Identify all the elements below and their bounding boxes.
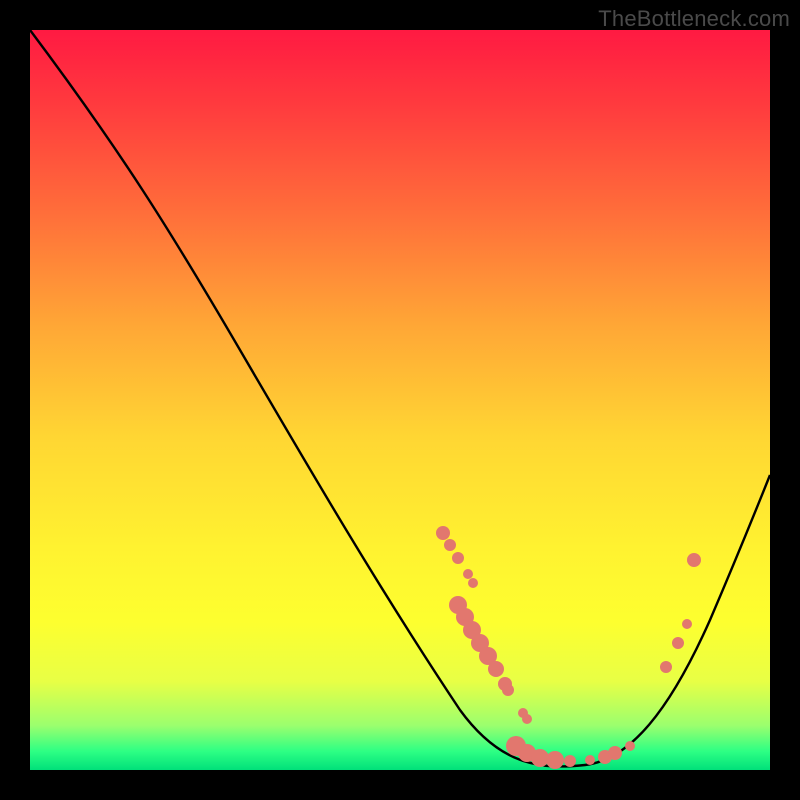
data-marker (564, 755, 576, 767)
data-marker (463, 569, 473, 579)
data-marker (468, 578, 478, 588)
data-marker (660, 661, 672, 673)
data-marker (522, 714, 532, 724)
markers-group (436, 526, 701, 769)
data-marker (585, 755, 595, 765)
data-marker (546, 751, 564, 769)
data-marker (672, 637, 684, 649)
data-marker (687, 553, 701, 567)
data-marker (436, 526, 450, 540)
curve-path (30, 30, 770, 766)
data-marker (625, 741, 635, 751)
data-marker (682, 619, 692, 629)
data-marker (488, 661, 504, 677)
chart-plot-area (30, 30, 770, 770)
data-marker (444, 539, 456, 551)
data-marker (502, 684, 514, 696)
data-marker (608, 746, 622, 760)
watermark-text: TheBottleneck.com (598, 6, 790, 32)
bottleneck-curve (30, 30, 770, 770)
data-marker (452, 552, 464, 564)
